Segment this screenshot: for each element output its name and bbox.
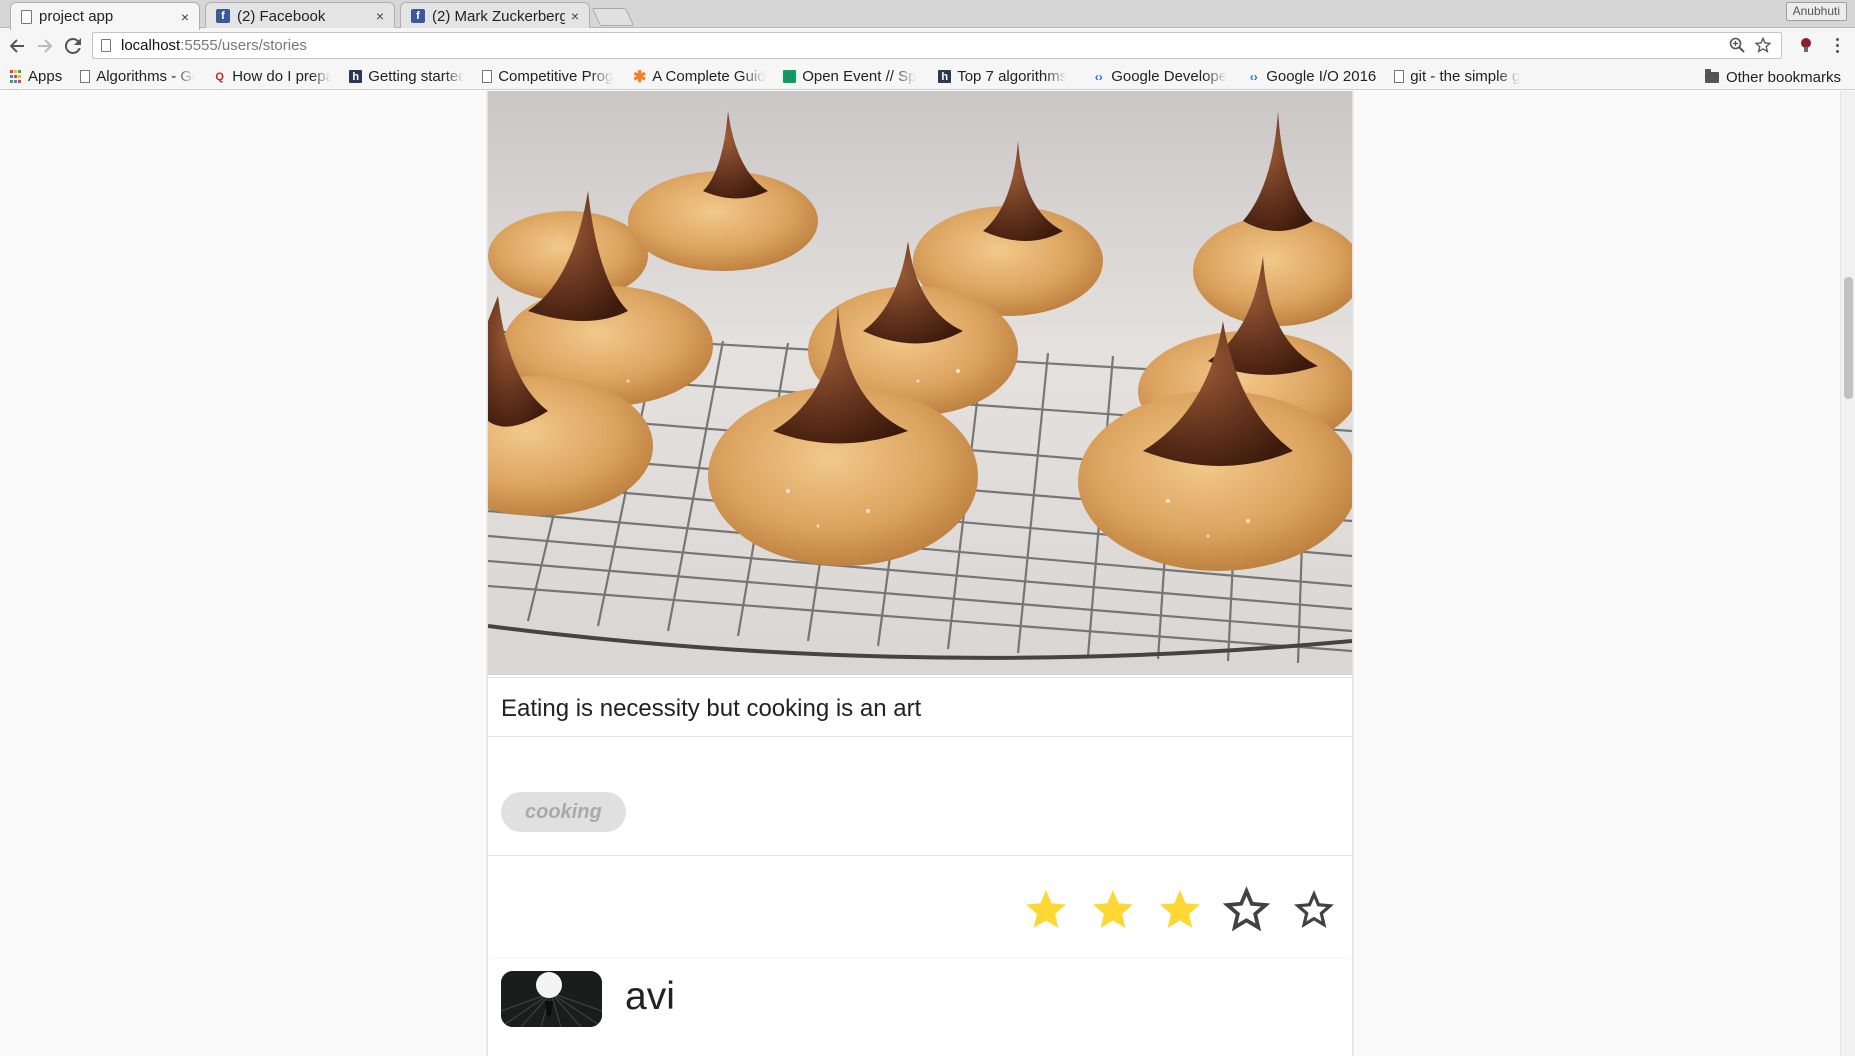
rating-star-2[interactable] — [1084, 881, 1141, 938]
rating-star-4[interactable] — [1218, 881, 1275, 938]
rating-star-5[interactable] — [1285, 881, 1342, 938]
browser-toolbar: localhost:5555/users/stories — [0, 28, 1855, 64]
star-rating[interactable] — [1017, 881, 1342, 938]
hackerrank-icon: h — [938, 70, 952, 83]
bookmark-star-icon[interactable] — [1755, 37, 1771, 53]
bookmark-apps[interactable]: Apps — [9, 68, 62, 85]
bookmark-item[interactable]: Algorithms - Gee — [80, 68, 195, 85]
quora-icon: Q — [215, 70, 224, 83]
bookmark-item[interactable]: ‹› Google I/O 2016 — [1247, 68, 1377, 85]
story-tags: cooking — [488, 738, 1352, 856]
other-bookmarks[interactable]: Other bookmarks — [1704, 64, 1841, 90]
tab-title: (2) Mark Zuckerberg — [432, 7, 565, 25]
bookmark-item[interactable]: Competitive Prog — [482, 68, 615, 85]
rating-star-3[interactable] — [1151, 881, 1208, 938]
star-outline-icon — [1222, 885, 1271, 931]
reload-icon — [65, 38, 81, 54]
asterisk-icon: ✱ — [633, 68, 647, 86]
page-info-icon[interactable] — [101, 39, 111, 52]
profile-button[interactable]: Anubhuti — [1785, 2, 1847, 21]
bookmark-item[interactable]: Open Event // Sp — [783, 68, 920, 85]
tag-chip[interactable]: cooking — [501, 792, 626, 832]
story-card: Eating is necessity but cooking is an ar… — [488, 91, 1352, 959]
hackerrank-icon: h — [349, 70, 363, 83]
address-bar[interactable]: localhost:5555/users/stories — [92, 32, 1782, 59]
extension-icon[interactable] — [1798, 36, 1814, 54]
story-caption: Eating is necessity but cooking is an ar… — [488, 677, 1352, 737]
facebook-icon: f — [216, 9, 230, 23]
forward-button[interactable] — [34, 35, 56, 57]
tab-strip: project app × f (2) Facebook × f (2) Mar… — [0, 0, 1855, 30]
code-icon: ‹› — [1094, 69, 1103, 84]
star-filled-icon — [1092, 889, 1133, 928]
chrome-menu-icon[interactable] — [1830, 34, 1844, 56]
story-username: avi — [625, 975, 675, 1018]
bookmark-item[interactable]: Q How do I prepare — [213, 68, 331, 85]
page-scrollbar[interactable] — [1840, 91, 1855, 1056]
new-tab-button[interactable] — [591, 8, 635, 26]
arrow-right-icon — [38, 39, 53, 53]
bookmark-item[interactable]: h Getting started w — [349, 68, 464, 85]
facebook-icon: f — [411, 9, 425, 23]
folder-icon — [1704, 68, 1719, 83]
bookmark-item[interactable]: ‹› Google Develope — [1092, 68, 1229, 85]
page-icon — [21, 9, 32, 24]
url-host: localhost — [121, 37, 181, 54]
star-filled-icon — [1025, 889, 1066, 928]
tab-mark-zuckerberg[interactable]: f (2) Mark Zuckerberg × — [400, 2, 590, 29]
scrollbar-thumb[interactable] — [1844, 277, 1853, 399]
tab-title: project app — [39, 8, 114, 25]
tab-facebook[interactable]: f (2) Facebook × — [205, 2, 395, 29]
close-tab-icon[interactable]: × — [571, 8, 579, 24]
star-filled-icon — [1159, 889, 1200, 928]
bookmarks-bar: Apps Algorithms - Gee Q How do I prepare… — [0, 64, 1855, 90]
close-tab-icon[interactable]: × — [181, 9, 189, 25]
close-tab-icon[interactable]: × — [376, 8, 384, 24]
open-event-icon — [783, 70, 797, 83]
page-icon — [1394, 70, 1405, 83]
avatar[interactable] — [501, 971, 602, 1027]
star-outline-icon — [1293, 889, 1334, 928]
page-icon — [80, 70, 91, 83]
tab-project-app[interactable]: project app × — [10, 2, 200, 30]
code-icon: ‹› — [1249, 69, 1258, 84]
arrow-left-icon — [9, 39, 24, 53]
bookmark-item[interactable]: h Top 7 algorithms — [938, 68, 1074, 85]
page-icon — [482, 70, 493, 83]
page-viewport: Eating is necessity but cooking is an ar… — [0, 91, 1855, 1056]
rating-star-1[interactable] — [1017, 881, 1074, 938]
bookmark-item[interactable]: ✱ A Complete Guid — [633, 68, 765, 85]
reload-button[interactable] — [62, 35, 84, 57]
next-story-card: avi — [488, 959, 1352, 1056]
bookmark-item[interactable]: git - the simple g — [1394, 68, 1532, 85]
zoom-icon[interactable] — [1729, 37, 1745, 53]
back-button[interactable] — [6, 35, 28, 57]
apps-grid-icon — [9, 70, 22, 83]
tab-title: (2) Facebook — [237, 7, 326, 25]
url-path: :5555/users/stories — [180, 37, 307, 54]
story-image — [488, 91, 1352, 675]
